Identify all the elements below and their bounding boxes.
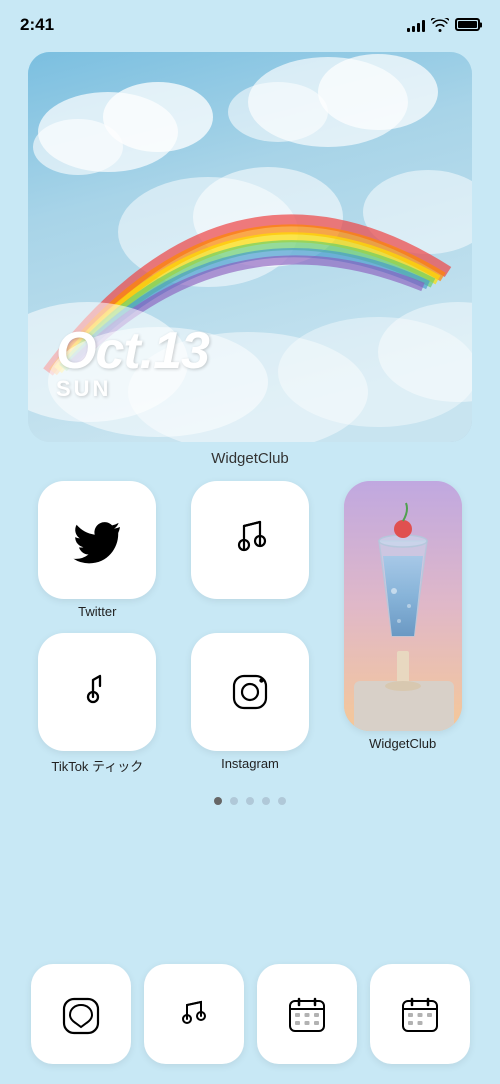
music-icon-bg[interactable] bbox=[191, 481, 309, 599]
instagram-icon bbox=[224, 666, 276, 718]
instagram-app-item: Instagram bbox=[181, 633, 320, 775]
line-icon bbox=[58, 991, 104, 1037]
music-notes-icon bbox=[171, 991, 217, 1037]
twitter-icon-bg[interactable] bbox=[38, 481, 156, 599]
calendar1-icon bbox=[284, 991, 330, 1037]
tiktok-icon bbox=[71, 666, 123, 718]
calendar2-icon bbox=[397, 991, 443, 1037]
line-dock-item[interactable] bbox=[31, 964, 131, 1064]
tiktok-app-item: TikTok ティック bbox=[28, 633, 167, 775]
page-dot-5[interactable] bbox=[278, 797, 286, 805]
twitter-app-item: Twitter bbox=[28, 481, 167, 619]
page-dot-3[interactable] bbox=[246, 797, 254, 805]
large-widget-label: WidgetClub bbox=[28, 450, 472, 467]
large-widget[interactable]: Oct.13 SUN bbox=[28, 52, 472, 442]
drink-illustration bbox=[344, 481, 462, 731]
apps-grid: Twitter bbox=[28, 481, 472, 775]
twitter-icon bbox=[71, 514, 123, 566]
dock bbox=[0, 952, 500, 1084]
battery-icon bbox=[455, 18, 480, 31]
twitter-label: Twitter bbox=[78, 604, 116, 619]
instagram-label: Instagram bbox=[221, 756, 279, 771]
instagram-icon-bg[interactable] bbox=[191, 633, 309, 751]
status-bar: 2:41 bbox=[0, 0, 500, 44]
tiktok-icon-bg[interactable] bbox=[38, 633, 156, 751]
page-dot-2[interactable] bbox=[230, 797, 238, 805]
widget-date-text: Oct.13 bbox=[56, 321, 209, 381]
calendar1-dock-item[interactable] bbox=[257, 964, 357, 1064]
music-app-item bbox=[181, 481, 320, 619]
page-dots bbox=[0, 797, 500, 805]
wifi-icon bbox=[431, 18, 449, 32]
widgetclub-icon[interactable] bbox=[344, 481, 462, 731]
dock-inner bbox=[24, 964, 476, 1064]
music-dock-item[interactable] bbox=[144, 964, 244, 1064]
signal-icon bbox=[407, 18, 425, 32]
apps-section: Twitter bbox=[0, 481, 500, 775]
calendar2-dock-item[interactable] bbox=[370, 964, 470, 1064]
widgetclub-app-item: WidgetClub bbox=[333, 481, 472, 775]
page-dot-4[interactable] bbox=[262, 797, 270, 805]
widgetclub-label: WidgetClub bbox=[369, 736, 436, 751]
tiktok-label: TikTok ティック bbox=[51, 756, 143, 775]
page-dot-1[interactable] bbox=[214, 797, 222, 805]
widget-container: Oct.13 SUN WidgetClub bbox=[0, 44, 500, 467]
status-time: 2:41 bbox=[20, 15, 54, 35]
status-icons bbox=[407, 18, 480, 32]
music-note-icon bbox=[224, 514, 276, 566]
widget-date: Oct.13 SUN bbox=[56, 321, 209, 402]
